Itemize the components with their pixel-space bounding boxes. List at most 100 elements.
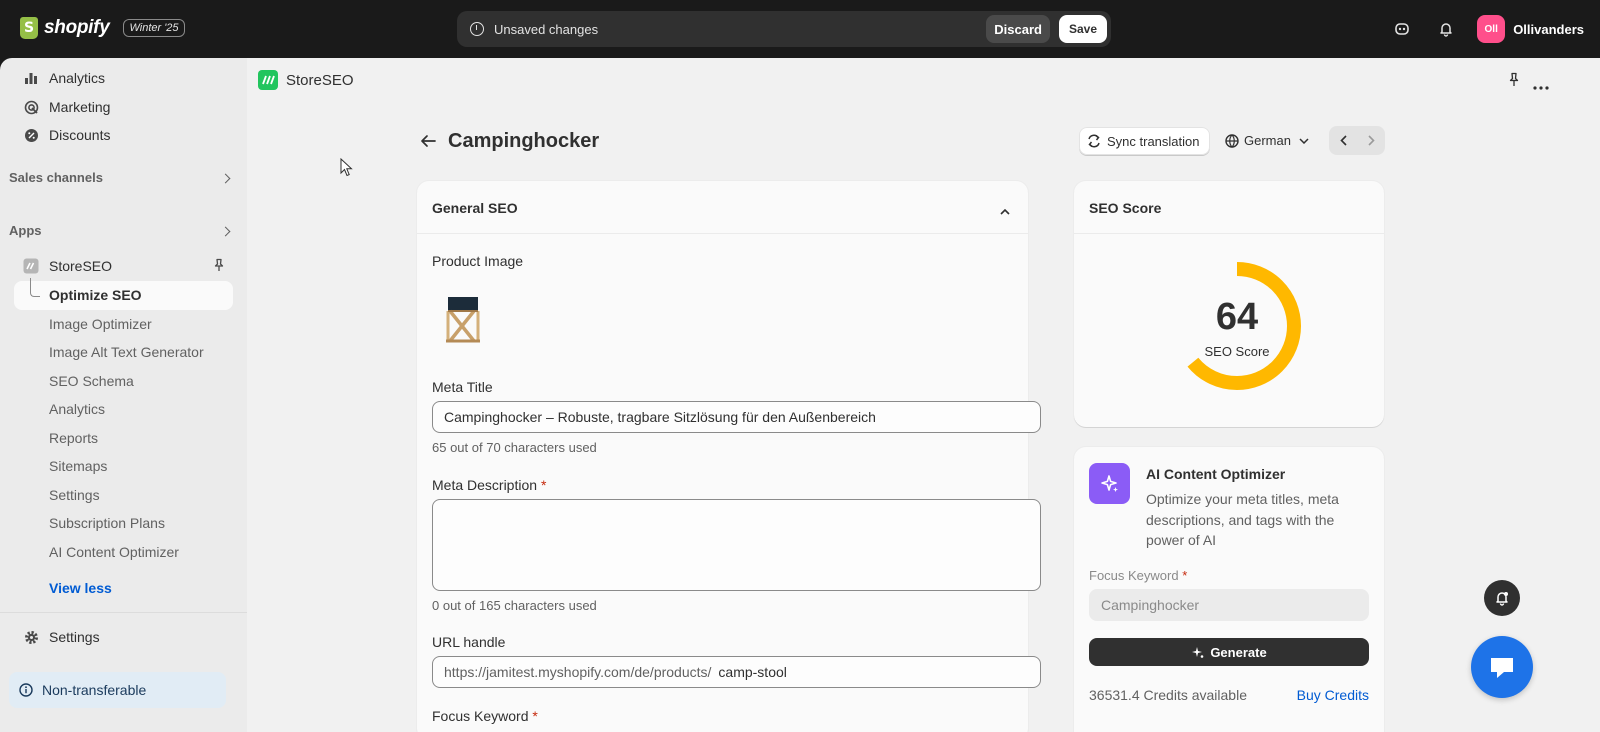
next-button[interactable]: [1357, 126, 1385, 155]
alert-icon: [470, 22, 484, 36]
app-bar: StoreSEO: [247, 58, 1600, 102]
ai-content-optimizer-card: AI Content Optimizer Optimize your meta …: [1074, 447, 1384, 732]
sidekick-icon[interactable]: [1387, 14, 1417, 44]
product-image-thumbnail[interactable]: [432, 291, 492, 349]
main-content: StoreSEO Campinghocker Sync translation …: [247, 58, 1600, 732]
sidebar-subitem-image-optimizer[interactable]: Image Optimizer: [49, 316, 152, 332]
view-less-link[interactable]: View less: [49, 580, 112, 596]
sidebar-subitem-alt-text[interactable]: Image Alt Text Generator: [49, 344, 204, 360]
store-name[interactable]: Ollivanders: [1513, 22, 1584, 37]
avatar[interactable]: Oll: [1477, 15, 1506, 43]
sidebar-item-label: Discounts: [49, 127, 111, 143]
general-seo-heading: General SEO: [432, 200, 518, 216]
sync-translation-button[interactable]: Sync translation: [1079, 127, 1210, 155]
discount-icon: [22, 126, 40, 144]
sync-icon: [1087, 134, 1101, 148]
tree-connector: [30, 278, 40, 297]
mouse-cursor-icon: [340, 157, 354, 181]
apps-title[interactable]: Apps: [9, 223, 42, 238]
target-icon: [22, 98, 40, 116]
focus-keyword-label-text: Focus Keyword: [432, 708, 529, 724]
seo-score-heading: SEO Score: [1089, 200, 1162, 216]
top-right-actions: Oll Ollivanders: [1373, 14, 1584, 44]
meta-description-label: Meta Description *: [432, 477, 546, 493]
sidebar-subitem-settings[interactable]: Settings: [49, 487, 100, 503]
sidebar-item-label: Analytics: [49, 70, 106, 86]
chevron-down-icon: [1299, 137, 1309, 144]
sidebar-item-storeseo[interactable]: StoreSEO: [14, 252, 232, 280]
required-asterisk: *: [540, 477, 547, 493]
sidebar-subitem-optimize-seo[interactable]: Optimize SEO: [49, 287, 142, 303]
chevron-right-icon[interactable]: [220, 173, 231, 184]
meta-description-input[interactable]: [432, 499, 1041, 591]
back-arrow-icon[interactable]: [420, 134, 436, 151]
buy-credits-link[interactable]: Buy Credits: [1297, 687, 1369, 703]
credits-available: 36531.4 Credits available: [1089, 687, 1247, 703]
general-seo-card: General SEO Product Image Meta Title Cam…: [417, 181, 1041, 732]
sidebar-subitem-sitemaps[interactable]: Sitemaps: [49, 458, 107, 474]
seo-score-value: 64: [1215, 296, 1259, 338]
seo-score-gauge: 64 SEO Score: [1167, 256, 1307, 396]
pin-icon[interactable]: [1507, 72, 1521, 91]
sidebar-subitem-seo-schema[interactable]: SEO Schema: [49, 373, 134, 389]
required-asterisk: *: [1182, 568, 1188, 583]
sidebar-subitem-ai-content[interactable]: AI Content Optimizer: [49, 544, 179, 560]
sidebar-item-analytics[interactable]: Analytics: [14, 64, 232, 92]
sidebar-item-label: Settings: [49, 629, 100, 645]
sidebar-item-marketing[interactable]: Marketing: [14, 93, 232, 121]
sidebar-item-label: StoreSEO: [49, 258, 113, 274]
ai-focus-keyword-label: Focus Keyword *: [1089, 568, 1187, 583]
generate-button[interactable]: Generate: [1089, 638, 1369, 666]
sync-label: Sync translation: [1107, 133, 1200, 149]
previous-button[interactable]: [1329, 126, 1357, 155]
sparkles-icon: [1089, 463, 1130, 504]
required-asterisk: *: [532, 708, 538, 724]
meta-title-input[interactable]: Campinghocker – Robuste, tragbare Sitzlö…: [432, 401, 1041, 433]
ai-optimizer-title: AI Content Optimizer: [1146, 466, 1286, 482]
sidebar-subitem-analytics[interactable]: Analytics: [49, 401, 105, 417]
brand-text: shopify: [44, 17, 110, 38]
storeseo-app-icon: [22, 257, 40, 275]
url-handle-input[interactable]: https://jamitest.myshopify.com/de/produc…: [432, 656, 1041, 688]
more-options-icon[interactable]: [1533, 78, 1549, 93]
notification-bell-button[interactable]: [1484, 580, 1520, 616]
ai-focus-keyword-label-text: Focus Keyword: [1089, 568, 1179, 583]
app-name: StoreSEO: [286, 72, 354, 89]
chevron-right-icon[interactable]: [220, 226, 231, 237]
sidebar: Analytics Marketing Discounts Sales chan…: [0, 58, 247, 732]
bar-chart-icon: [22, 69, 40, 87]
non-transferable-banner[interactable]: Non-transferable: [9, 672, 226, 708]
card-separator: [1074, 233, 1384, 234]
ai-focus-keyword-input[interactable]: Campinghocker: [1089, 589, 1369, 621]
page-title: Campinghocker: [448, 130, 600, 152]
meta-title-label: Meta Title: [432, 379, 493, 395]
sparkles-icon: [1191, 646, 1204, 659]
generate-label: Generate: [1210, 644, 1267, 660]
gear-icon: [22, 628, 40, 646]
sidebar-subitem-reports[interactable]: Reports: [49, 430, 98, 446]
url-handle-label: URL handle: [432, 634, 506, 650]
chat-support-button[interactable]: [1471, 636, 1533, 698]
chat-icon: [1488, 654, 1516, 680]
meta-description-helper: 0 out of 165 characters used: [432, 598, 597, 613]
bell-icon[interactable]: [1431, 14, 1461, 44]
save-button[interactable]: Save: [1058, 15, 1107, 43]
sales-channels-title[interactable]: Sales channels: [9, 170, 103, 185]
discard-button[interactable]: Discard: [986, 15, 1050, 43]
ai-focus-keyword-value: Campinghocker: [1101, 597, 1200, 613]
chevron-up-icon[interactable]: [1000, 203, 1010, 218]
seo-score-caption: SEO Score: [1204, 344, 1270, 359]
meta-title-helper: 65 out of 70 characters used: [432, 440, 597, 455]
sidebar-item-discounts[interactable]: Discounts: [14, 121, 232, 149]
seo-score-card: SEO Score 64 SEO Score: [1074, 181, 1384, 427]
edition-badge: Winter '25: [123, 19, 185, 37]
product-image-label: Product Image: [432, 253, 524, 269]
sidebar-item-settings[interactable]: Settings: [14, 623, 232, 651]
bell-icon: [1494, 590, 1510, 606]
meta-description-label-text: Meta Description: [432, 477, 538, 493]
pagination: [1329, 126, 1385, 155]
language-selector[interactable]: German: [1225, 133, 1309, 148]
pin-icon[interactable]: [212, 258, 226, 275]
sidebar-subitem-subscription[interactable]: Subscription Plans: [49, 515, 165, 531]
shopify-logo[interactable]: shopify Winter '25: [20, 17, 185, 39]
